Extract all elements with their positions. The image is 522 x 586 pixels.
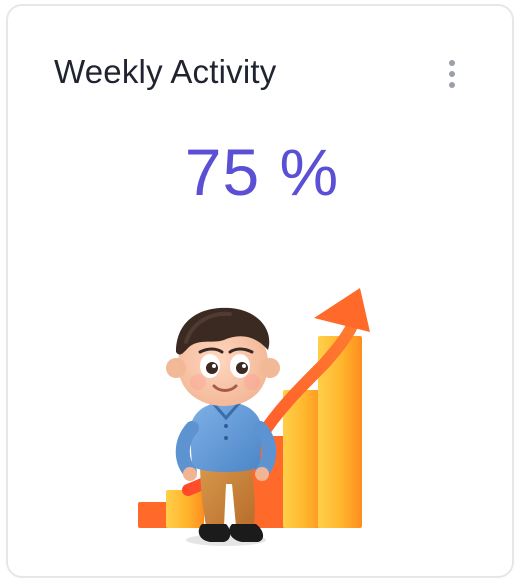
- kebab-dot: [449, 71, 455, 77]
- weekly-activity-card: Weekly Activity 75 %: [6, 4, 514, 578]
- growth-chart-illustration: [138, 288, 370, 546]
- card-title: Weekly Activity: [54, 53, 277, 90]
- activity-percentage: 75 %: [184, 135, 340, 209]
- kebab-dot: [449, 60, 455, 66]
- more-options-button[interactable]: [440, 54, 464, 94]
- kebab-dot: [449, 82, 455, 88]
- arrow-head: [314, 288, 370, 332]
- bar-2: [166, 490, 204, 528]
